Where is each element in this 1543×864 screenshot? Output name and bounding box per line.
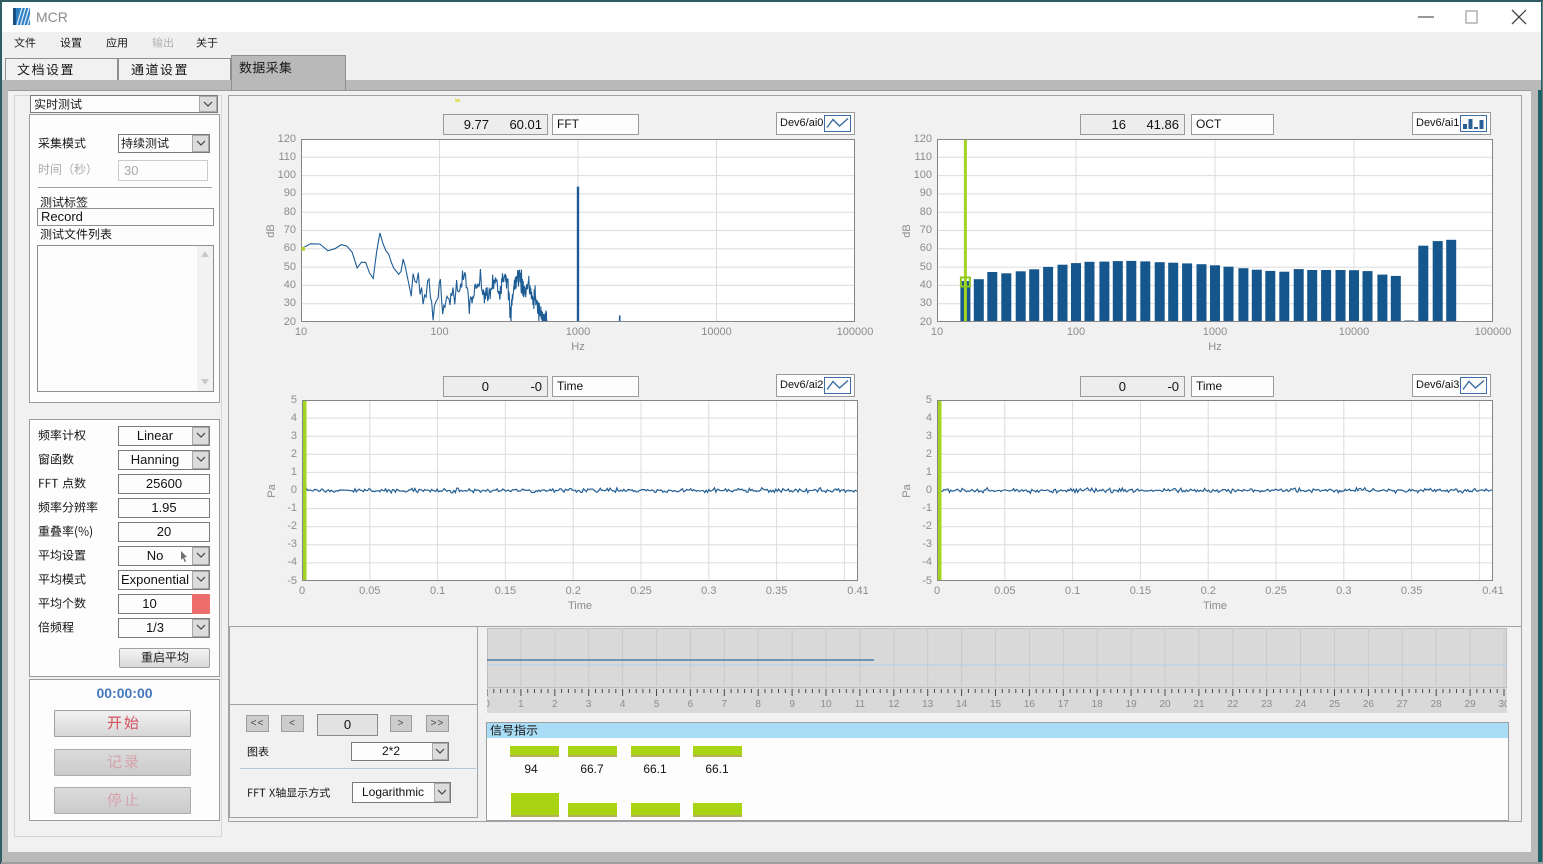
svg-text:26: 26: [1363, 699, 1375, 710]
svg-text:15: 15: [990, 699, 1002, 710]
svg-text:14: 14: [956, 699, 968, 710]
svg-text:30: 30: [1498, 699, 1507, 710]
svg-text:16: 16: [1024, 699, 1036, 710]
svg-text:13: 13: [922, 699, 934, 710]
svg-text:1: 1: [518, 699, 524, 710]
svg-text:11: 11: [855, 699, 866, 710]
svg-text:28: 28: [1431, 699, 1443, 710]
svg-text:20: 20: [1159, 699, 1171, 710]
svg-text:8: 8: [755, 699, 761, 710]
svg-text:10: 10: [820, 699, 832, 710]
svg-text:23: 23: [1261, 699, 1273, 710]
svg-text:19: 19: [1126, 699, 1138, 710]
svg-text:4: 4: [620, 699, 626, 710]
svg-text:21: 21: [1193, 699, 1205, 710]
svg-text:0: 0: [487, 699, 490, 710]
svg-text:18: 18: [1092, 699, 1104, 710]
svg-text:9: 9: [789, 699, 795, 710]
svg-text:24: 24: [1295, 699, 1307, 710]
svg-text:7: 7: [722, 699, 728, 710]
svg-text:2: 2: [552, 699, 558, 710]
svg-text:17: 17: [1058, 699, 1070, 710]
svg-text:29: 29: [1465, 699, 1477, 710]
svg-text:6: 6: [688, 699, 694, 710]
svg-text:3: 3: [586, 699, 592, 710]
svg-text:25: 25: [1329, 699, 1341, 710]
svg-text:22: 22: [1227, 699, 1239, 710]
svg-text:5: 5: [654, 699, 660, 710]
svg-text:27: 27: [1397, 699, 1409, 710]
svg-text:12: 12: [888, 699, 900, 710]
